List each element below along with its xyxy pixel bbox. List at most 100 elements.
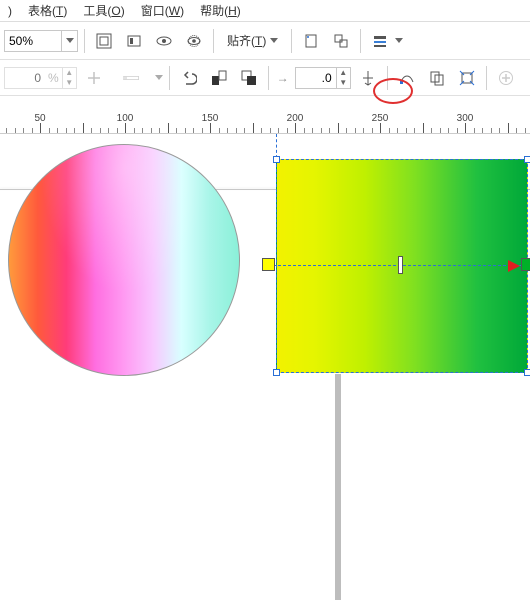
ruler-tick: [321, 128, 322, 133]
add-icon[interactable]: [81, 65, 107, 91]
ruler-tick: [100, 128, 101, 133]
arrow-right-icon: →: [275, 71, 291, 85]
ruler-gap: [0, 96, 530, 114]
ruler-tick: [312, 128, 313, 133]
zoom-input[interactable]: [5, 31, 61, 51]
ruler-tick-major: [295, 123, 296, 133]
menu-table[interactable]: 表格(T): [22, 0, 73, 21]
gradient-start-node[interactable]: [262, 258, 275, 271]
ellipse-object[interactable]: [8, 144, 240, 376]
value-input[interactable]: [296, 68, 336, 88]
zoom-combo[interactable]: [4, 30, 78, 52]
menu-window[interactable]: 窗口(W): [135, 0, 190, 21]
selection-handle-se[interactable]: [524, 369, 530, 376]
menu-tools[interactable]: 工具(O): [77, 0, 130, 21]
chevron-down-icon[interactable]: [155, 75, 163, 80]
options-icon[interactable]: [367, 28, 393, 54]
arrange-icon[interactable]: [236, 65, 262, 91]
chevron-down-icon[interactable]: [395, 38, 403, 43]
selection-handle-nw[interactable]: [273, 156, 280, 163]
ruler-tick: [304, 128, 305, 133]
ruler-tick: [244, 128, 245, 133]
opacity-box[interactable]: % ▲▼: [4, 67, 77, 89]
separator: [486, 66, 487, 90]
horizontal-ruler[interactable]: // inline generation deferred to bottom …: [0, 114, 530, 134]
menu-bar: ) 表格(T) 工具(O) 窗口(W) 帮助(H): [0, 0, 530, 22]
ruler-tick: [159, 128, 160, 133]
ruler-tick: [440, 128, 441, 133]
ruler-tick: [142, 128, 143, 133]
zoom-dropdown-icon[interactable]: [61, 31, 77, 51]
snap-label: 贴齐(T): [227, 32, 266, 49]
ruler-tick: [117, 128, 118, 133]
ruler-tick: [23, 128, 24, 133]
ruler-tick: [151, 128, 152, 133]
opacity-input[interactable]: [5, 68, 45, 88]
toolbar-properties: % ▲▼ → ▲▼: [0, 60, 530, 96]
ruler-tick: [499, 128, 500, 133]
edge-pad-icon[interactable]: [111, 65, 151, 91]
add-button-icon[interactable]: [493, 65, 519, 91]
freeform-icon[interactable]: [394, 65, 420, 91]
ruler-tick: [15, 128, 16, 133]
ruler-tick: [168, 123, 169, 133]
ruler-tick: [202, 128, 203, 133]
ruler-tick-major: [210, 123, 211, 133]
ruler-tick-major: [40, 123, 41, 133]
percent-label: %: [45, 71, 62, 85]
ruler-tick: [431, 128, 432, 133]
ruler-tick: [414, 128, 415, 133]
ruler-tick: [482, 128, 483, 133]
copy-properties-icon[interactable]: [424, 65, 450, 91]
ruler-tick: [261, 128, 262, 133]
spinner[interactable]: ▲▼: [62, 68, 76, 88]
menu-help[interactable]: 帮助(H): [194, 0, 247, 21]
value-box[interactable]: ▲▼: [295, 67, 351, 89]
ruler-tick: [516, 128, 517, 133]
preview-icon[interactable]: [121, 28, 147, 54]
ruler-tick: [389, 128, 390, 133]
ruler-label: 150: [202, 114, 219, 124]
canvas[interactable]: [0, 134, 530, 600]
gradient-end-node[interactable]: [521, 258, 530, 271]
ruler-tick: [346, 128, 347, 133]
ruler-tick: [227, 128, 228, 133]
anchor-icon[interactable]: [355, 65, 381, 91]
spinner[interactable]: ▲▼: [336, 68, 350, 88]
ruler-tick: [134, 128, 135, 133]
ruler-tick: [236, 128, 237, 133]
ruler-tick: [397, 128, 398, 133]
selection-handle-ne[interactable]: [524, 156, 530, 163]
ruler-label: 250: [372, 114, 389, 124]
ruler-label: 100: [117, 114, 134, 124]
separator: [291, 29, 292, 53]
undo-icon[interactable]: [176, 65, 202, 91]
toolbar-main: 贴齐(T): [0, 22, 530, 60]
ruler-tick: [193, 128, 194, 133]
ruler-label: 300: [457, 114, 474, 124]
eye-target-icon[interactable]: [181, 28, 207, 54]
separator: [84, 29, 85, 53]
snap-dropdown[interactable]: 贴齐(T): [220, 28, 285, 54]
ruler-tick: [338, 123, 339, 133]
ruler-tick: [83, 123, 84, 133]
ruler-tick: [108, 128, 109, 133]
fullscreen-icon[interactable]: [91, 28, 117, 54]
ruler-tick-major: [125, 123, 126, 133]
selection-handle-sw[interactable]: [273, 369, 280, 376]
ruler-tick: [278, 128, 279, 133]
wrap-icon[interactable]: [454, 65, 480, 91]
ruler-tick: [253, 123, 254, 133]
ruler-tick: [448, 128, 449, 133]
menu-fragment[interactable]: ): [2, 2, 18, 20]
snap-page-icon[interactable]: [298, 28, 324, 54]
snap-objects-icon[interactable]: [328, 28, 354, 54]
ruler-label: 50: [34, 114, 45, 124]
ruler-tick: [423, 123, 424, 133]
ruler-tick: [57, 128, 58, 133]
gradient-mid-node[interactable]: [398, 256, 403, 274]
ruler-tick: [491, 128, 492, 133]
swap-colors-icon[interactable]: [206, 65, 232, 91]
ruler-tick: [406, 128, 407, 133]
eye-icon[interactable]: [151, 28, 177, 54]
